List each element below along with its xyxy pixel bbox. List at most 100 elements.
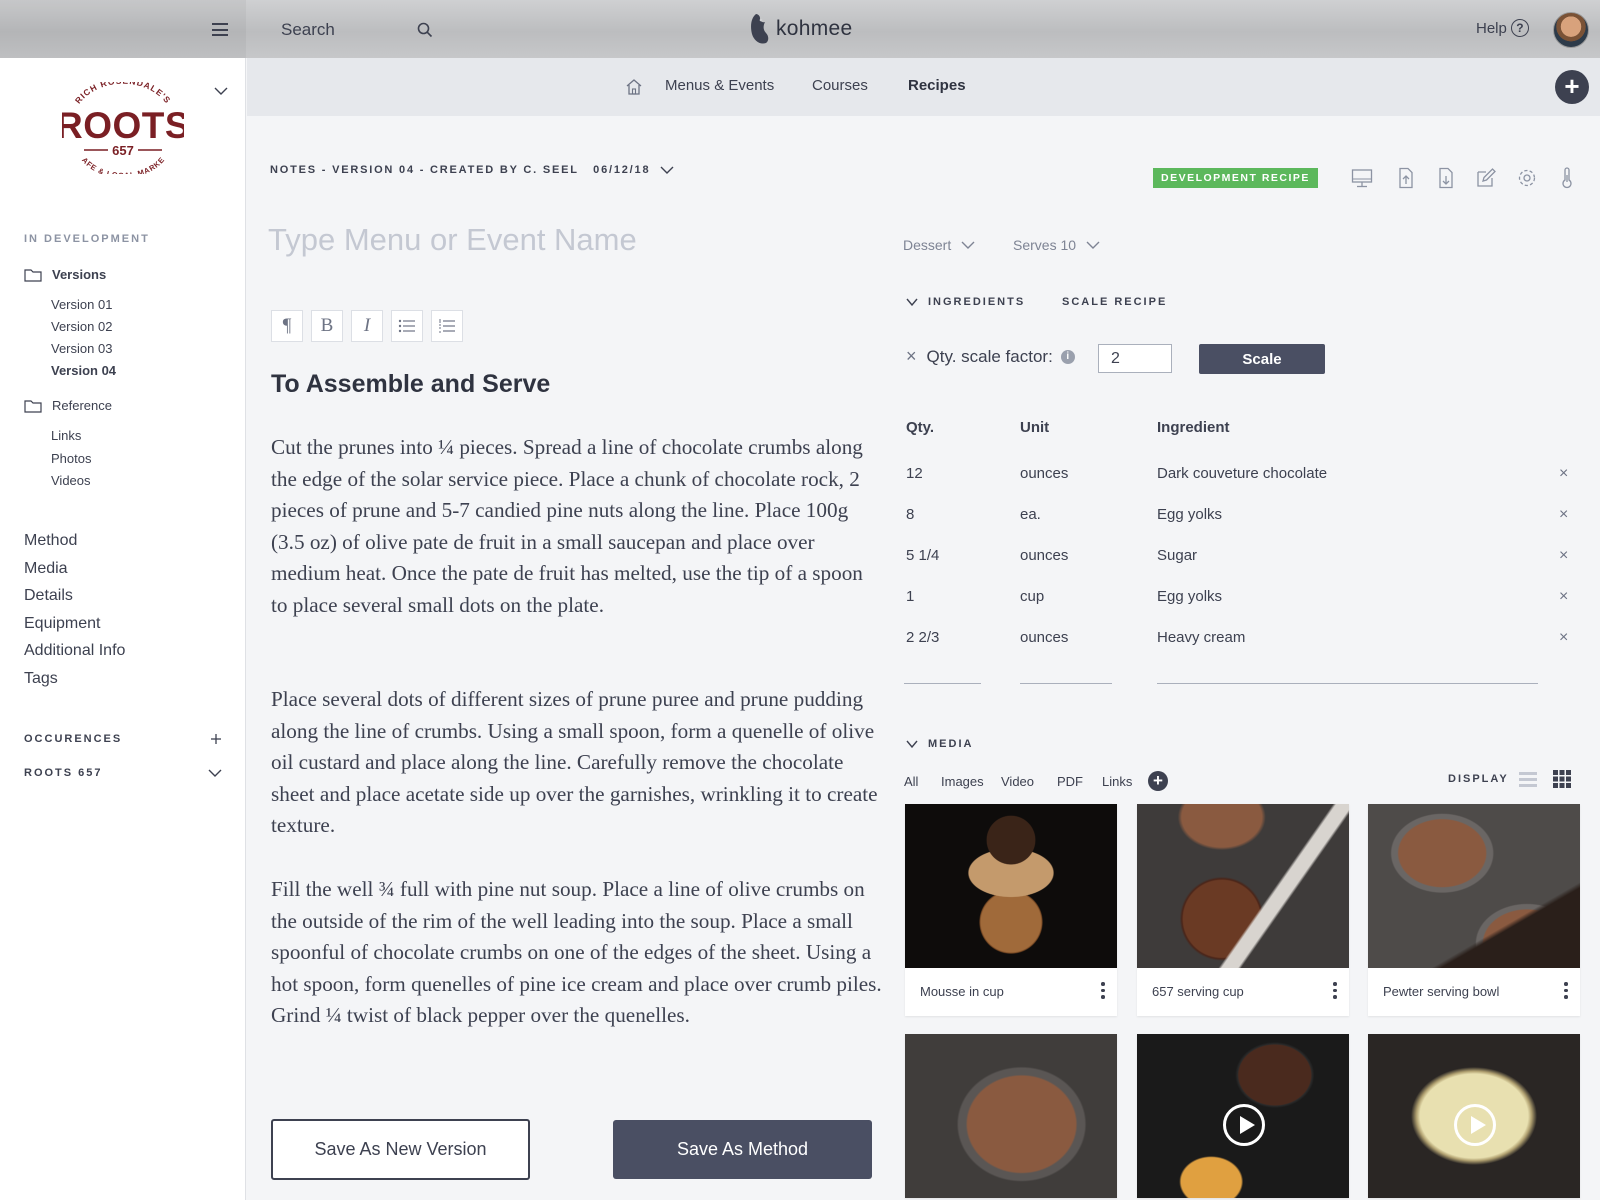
media-tab-pdf[interactable]: PDF <box>1057 774 1083 789</box>
sidebar-link-method[interactable]: Method <box>24 532 77 550</box>
file-upload-icon[interactable] <box>1395 167 1417 189</box>
scale-button[interactable]: Scale <box>1199 344 1325 374</box>
menu-event-name-input[interactable] <box>268 222 828 258</box>
remove-icon[interactable]: × <box>1559 588 1568 606</box>
ingredient-name[interactable]: Dark couveture chocolate <box>1157 465 1327 482</box>
serves-dropdown[interactable]: Serves 10 <box>1013 237 1100 253</box>
close-icon[interactable]: × <box>906 346 917 367</box>
save-as-new-version-button[interactable]: Save As New Version <box>271 1119 530 1180</box>
notes-version-title[interactable]: NOTES - VERSION 04 - CREATED BY C. SEEL … <box>270 164 674 176</box>
scale-factor-input[interactable] <box>1098 344 1172 373</box>
ingredient-qty[interactable]: 2 2/3 <box>906 629 939 646</box>
ingredient-qty[interactable]: 1 <box>906 588 914 605</box>
plus-icon[interactable] <box>210 733 222 745</box>
ingredient-unit[interactable]: ounces <box>1020 547 1068 564</box>
ingredient-qty[interactable]: 8 <box>906 506 914 523</box>
tab-recipes[interactable]: Recipes <box>908 77 966 94</box>
media-thumbnail[interactable] <box>1137 1034 1349 1198</box>
ingredient-row[interactable]: 5 1/4 ounces Sugar × <box>906 547 1576 588</box>
file-download-icon[interactable] <box>1435 167 1457 189</box>
method-paragraph-2[interactable]: Place several dots of different sizes of… <box>271 684 883 842</box>
ingredients-header[interactable]: INGREDIENTS <box>906 296 1025 308</box>
ingredient-name[interactable]: Egg yolks <box>1157 506 1222 523</box>
tab-courses[interactable]: Courses <box>812 77 868 94</box>
media-card[interactable] <box>1368 1034 1580 1198</box>
new-unit-field[interactable] <box>1020 683 1112 684</box>
sidebar-link-equipment[interactable]: Equipment <box>24 615 101 633</box>
more-options-icon[interactable] <box>1564 982 1568 1002</box>
ingredient-row[interactable]: 12 ounces Dark couveture chocolate × <box>906 465 1576 506</box>
ingredient-qty[interactable]: 5 1/4 <box>906 547 939 564</box>
list-view-icon[interactable] <box>1518 770 1538 788</box>
sidebar-item-version-02[interactable]: Version 02 <box>51 319 112 334</box>
media-tab-all[interactable]: All <box>904 774 918 789</box>
sidebar-link-media[interactable]: Media <box>24 560 68 578</box>
new-ingredient-field[interactable] <box>1157 683 1538 684</box>
media-tab-links[interactable]: Links <box>1102 774 1132 789</box>
ingredient-name[interactable]: Sugar <box>1157 547 1197 564</box>
media-thumbnail[interactable] <box>1137 804 1349 968</box>
new-qty-field[interactable] <box>904 683 981 684</box>
method-paragraph-3[interactable]: Fill the well ¾ full with pine nut soup.… <box>271 874 883 1032</box>
search-icon[interactable] <box>417 22 433 38</box>
sidebar-item-version-01[interactable]: Version 01 <box>51 297 112 312</box>
hamburger-menu-icon[interactable] <box>212 23 228 36</box>
ingredient-unit[interactable]: ea. <box>1020 506 1041 523</box>
sidebar-link-tags[interactable]: Tags <box>24 670 58 688</box>
more-options-icon[interactable] <box>1333 982 1337 1002</box>
add-new-button[interactable]: + <box>1555 70 1589 104</box>
ingredient-unit[interactable]: ounces <box>1020 629 1068 646</box>
chevron-down-icon[interactable] <box>208 768 222 778</box>
remove-icon[interactable]: × <box>1559 547 1568 565</box>
scale-recipe-link[interactable]: SCALE RECIPE <box>1062 296 1167 308</box>
chevron-down-icon[interactable] <box>660 165 674 175</box>
remove-icon[interactable]: × <box>1559 629 1568 647</box>
media-card[interactable] <box>1137 1034 1349 1198</box>
brand[interactable]: kohmee <box>748 12 853 46</box>
category-dropdown[interactable]: Dessert <box>903 237 975 253</box>
remove-icon[interactable]: × <box>1559 465 1568 483</box>
media-thumbnail[interactable] <box>905 1034 1117 1198</box>
ingredient-row[interactable]: 1 cup Egg yolks × <box>906 588 1576 629</box>
sidebar-item-version-04[interactable]: Version 04 <box>51 363 116 378</box>
media-card[interactable]: 657 serving cup <box>1137 804 1349 1016</box>
sidebar-folder-reference[interactable]: Reference <box>24 398 112 413</box>
edit-icon[interactable] <box>1475 167 1497 189</box>
media-header[interactable]: MEDIA <box>906 738 973 750</box>
sidebar-link-details[interactable]: Details <box>24 587 73 605</box>
sidebar-item-links[interactable]: Links <box>51 428 81 443</box>
ingredient-qty[interactable]: 12 <box>906 465 923 482</box>
play-icon[interactable] <box>1223 1104 1265 1146</box>
info-icon[interactable]: i <box>1060 349 1075 364</box>
sidebar-item-videos[interactable]: Videos <box>51 473 91 488</box>
italic-button[interactable]: I <box>351 310 383 342</box>
grid-view-icon[interactable] <box>1553 770 1571 788</box>
sidebar-item-version-03[interactable]: Version 03 <box>51 341 112 356</box>
media-thumbnail[interactable] <box>1368 1034 1580 1198</box>
user-avatar[interactable] <box>1553 12 1589 48</box>
add-media-button[interactable]: + <box>1148 771 1168 791</box>
sidebar-folder-versions[interactable]: Versions <box>24 267 106 282</box>
sidebar-item-photos[interactable]: Photos <box>51 451 91 466</box>
home-icon[interactable] <box>625 78 643 96</box>
roots-657-occurence[interactable]: ROOTS 657 <box>24 767 222 779</box>
method-heading[interactable]: To Assemble and Serve <box>271 370 550 399</box>
numbered-list-button[interactable] <box>431 310 463 342</box>
media-thumbnail[interactable] <box>905 804 1117 968</box>
ingredient-row[interactable]: 2 2/3 ounces Heavy cream × <box>906 629 1576 670</box>
save-as-method-button[interactable]: Save As Method <box>613 1120 872 1179</box>
bold-button[interactable]: B <box>311 310 343 342</box>
ingredient-name[interactable]: Heavy cream <box>1157 629 1245 646</box>
chevron-down-icon[interactable] <box>214 86 228 96</box>
paragraph-button[interactable]: ¶ <box>271 310 303 342</box>
media-card[interactable]: Mousse in cup <box>905 804 1117 1016</box>
more-options-icon[interactable] <box>1101 982 1105 1002</box>
ingredient-unit[interactable]: ounces <box>1020 465 1068 482</box>
ingredient-name[interactable]: Egg yolks <box>1157 588 1222 605</box>
gear-icon[interactable] <box>1516 167 1538 189</box>
ingredient-unit[interactable]: cup <box>1020 588 1044 605</box>
sidebar-link-additional-info[interactable]: Additional Info <box>24 642 125 660</box>
media-tab-video[interactable]: Video <box>1001 774 1034 789</box>
media-tab-images[interactable]: Images <box>941 774 984 789</box>
thermometer-icon[interactable] <box>1556 167 1578 189</box>
